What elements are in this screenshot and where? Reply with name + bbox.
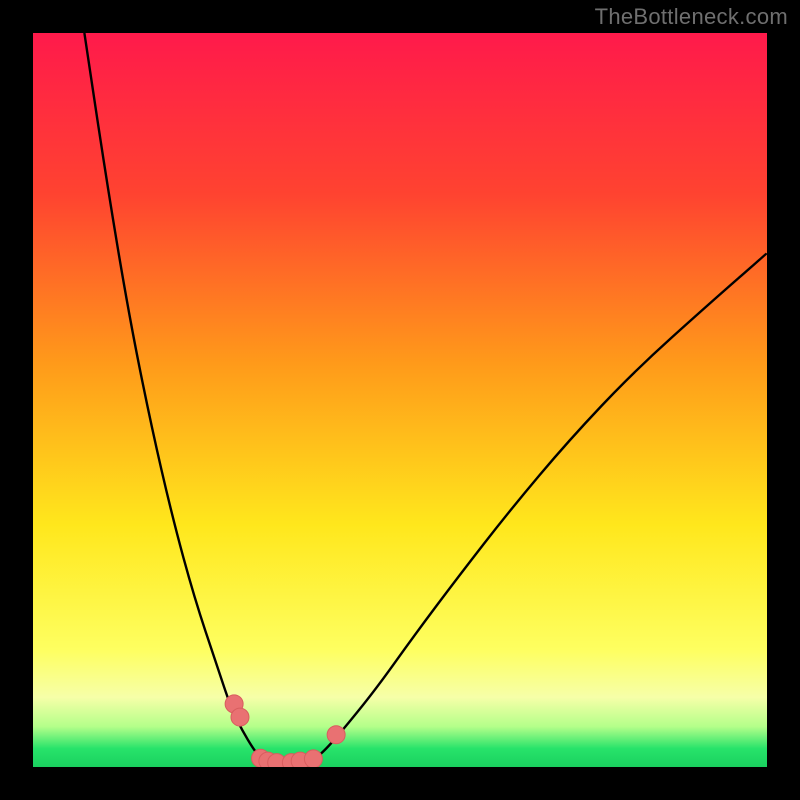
data-marker	[231, 708, 249, 726]
data-marker	[304, 750, 322, 767]
plot-area	[33, 33, 767, 767]
chart-frame: TheBottleneck.com	[0, 0, 800, 800]
bottleneck-curve	[84, 33, 767, 763]
watermark-text: TheBottleneck.com	[595, 4, 788, 30]
curve-layer	[33, 33, 767, 767]
data-marker	[327, 726, 345, 744]
